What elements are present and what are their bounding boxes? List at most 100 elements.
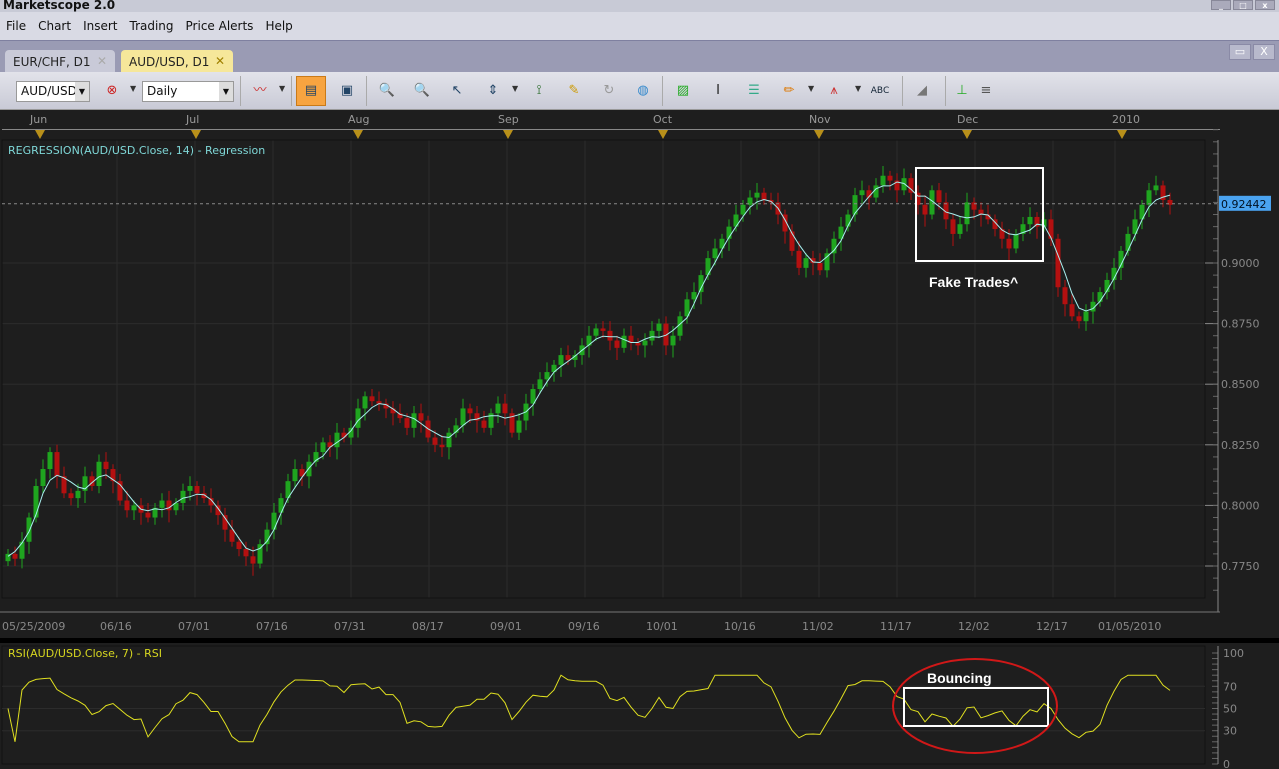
rsi-tick-label: 0 bbox=[1223, 758, 1230, 769]
candle bbox=[1104, 272, 1110, 300]
candle bbox=[838, 216, 844, 251]
candle bbox=[1055, 233, 1061, 297]
price-tick-label: 0.7750 bbox=[1221, 560, 1260, 573]
candle bbox=[26, 512, 32, 554]
candle bbox=[257, 539, 263, 569]
candle bbox=[222, 507, 228, 542]
candle bbox=[761, 187, 767, 205]
candle bbox=[628, 326, 634, 351]
candle bbox=[782, 209, 788, 244]
candle bbox=[1069, 294, 1075, 322]
candle bbox=[82, 466, 88, 503]
fake-trades-annotation: Fake Trades^ bbox=[929, 274, 1018, 290]
candle bbox=[40, 459, 46, 494]
candle bbox=[411, 406, 417, 438]
candle bbox=[488, 408, 494, 436]
date-tick-label: 12/17 bbox=[1036, 620, 1068, 633]
price-tick-label: 0.9000 bbox=[1221, 257, 1260, 270]
candle bbox=[887, 170, 893, 191]
candle bbox=[47, 447, 53, 479]
date-tick-label: 07/31 bbox=[334, 620, 366, 633]
candle bbox=[866, 185, 872, 210]
candle bbox=[390, 401, 396, 426]
candle bbox=[5, 549, 11, 566]
candle bbox=[1020, 216, 1026, 242]
candle bbox=[894, 173, 900, 203]
candle bbox=[509, 408, 515, 438]
candle bbox=[1090, 292, 1096, 324]
candle bbox=[1146, 183, 1152, 217]
candle bbox=[229, 519, 235, 547]
candle bbox=[908, 173, 914, 200]
rsi-legend: RSI(AUD/USD.Close, 7) - RSI bbox=[8, 647, 162, 660]
candle bbox=[656, 318, 662, 339]
candle bbox=[999, 221, 1005, 249]
candle bbox=[453, 418, 459, 438]
regression-legend: REGRESSION(AUD/USD.Close, 14) - Regressi… bbox=[8, 144, 265, 157]
candle bbox=[558, 347, 564, 377]
date-tick-label: 09/16 bbox=[568, 620, 600, 633]
candle bbox=[957, 216, 963, 239]
candle bbox=[530, 384, 536, 416]
candle bbox=[418, 403, 424, 433]
candle bbox=[642, 333, 648, 358]
candle bbox=[1013, 229, 1019, 254]
candle bbox=[152, 502, 158, 525]
date-tick-label: 09/01 bbox=[490, 620, 522, 633]
candle bbox=[1062, 279, 1068, 317]
candle bbox=[614, 335, 620, 360]
candle bbox=[922, 195, 928, 227]
candle bbox=[607, 321, 613, 351]
candle bbox=[271, 502, 277, 540]
candle bbox=[754, 183, 760, 210]
candle bbox=[1083, 304, 1089, 331]
date-tick-label: 08/17 bbox=[412, 620, 444, 633]
candle bbox=[586, 326, 592, 358]
candle bbox=[691, 282, 697, 310]
candle bbox=[54, 444, 60, 489]
candle bbox=[1118, 246, 1124, 280]
chart-area[interactable]: REGRESSION(AUD/USD.Close, 14) - Regressi… bbox=[0, 0, 1279, 769]
rsi-tick-label: 50 bbox=[1223, 703, 1237, 716]
last-price-value: 0.92442 bbox=[1221, 198, 1267, 211]
price-tick-label: 0.8500 bbox=[1221, 378, 1260, 391]
date-tick-label: 07/16 bbox=[256, 620, 288, 633]
candle bbox=[236, 536, 242, 557]
candle bbox=[19, 532, 25, 569]
candle bbox=[355, 398, 361, 438]
candle bbox=[446, 427, 452, 460]
candle bbox=[208, 488, 214, 513]
date-tick-label: 06/16 bbox=[100, 620, 132, 633]
candle bbox=[159, 493, 165, 518]
candle bbox=[901, 168, 907, 196]
candle bbox=[572, 350, 578, 368]
candle bbox=[1153, 175, 1159, 196]
candle bbox=[376, 391, 382, 411]
candle bbox=[215, 500, 221, 525]
candle bbox=[1076, 311, 1082, 329]
candle bbox=[810, 250, 816, 276]
candle bbox=[992, 214, 998, 237]
candle bbox=[180, 483, 186, 511]
price-tick-label: 0.8000 bbox=[1221, 499, 1260, 512]
candle bbox=[138, 498, 144, 525]
date-tick-label: 07/01 bbox=[178, 620, 210, 633]
candle bbox=[950, 214, 956, 247]
panel-splitter[interactable] bbox=[0, 638, 1279, 643]
candle bbox=[824, 248, 830, 278]
candle bbox=[68, 488, 74, 506]
price-tick-label: 0.8750 bbox=[1221, 318, 1260, 331]
date-tick-label: 05/25/2009 bbox=[2, 620, 65, 633]
candle bbox=[845, 209, 851, 232]
candle bbox=[439, 435, 445, 457]
candle bbox=[747, 190, 753, 215]
candle bbox=[306, 454, 312, 489]
price-plot-border bbox=[1, 139, 1206, 599]
candle bbox=[383, 398, 389, 419]
rsi-tick-label: 70 bbox=[1223, 680, 1237, 693]
candle bbox=[880, 166, 886, 193]
candle bbox=[96, 454, 102, 494]
rsi-tick-label: 30 bbox=[1223, 725, 1237, 738]
date-tick-label: 11/02 bbox=[802, 620, 834, 633]
rsi-tick-label: 100 bbox=[1223, 647, 1244, 660]
